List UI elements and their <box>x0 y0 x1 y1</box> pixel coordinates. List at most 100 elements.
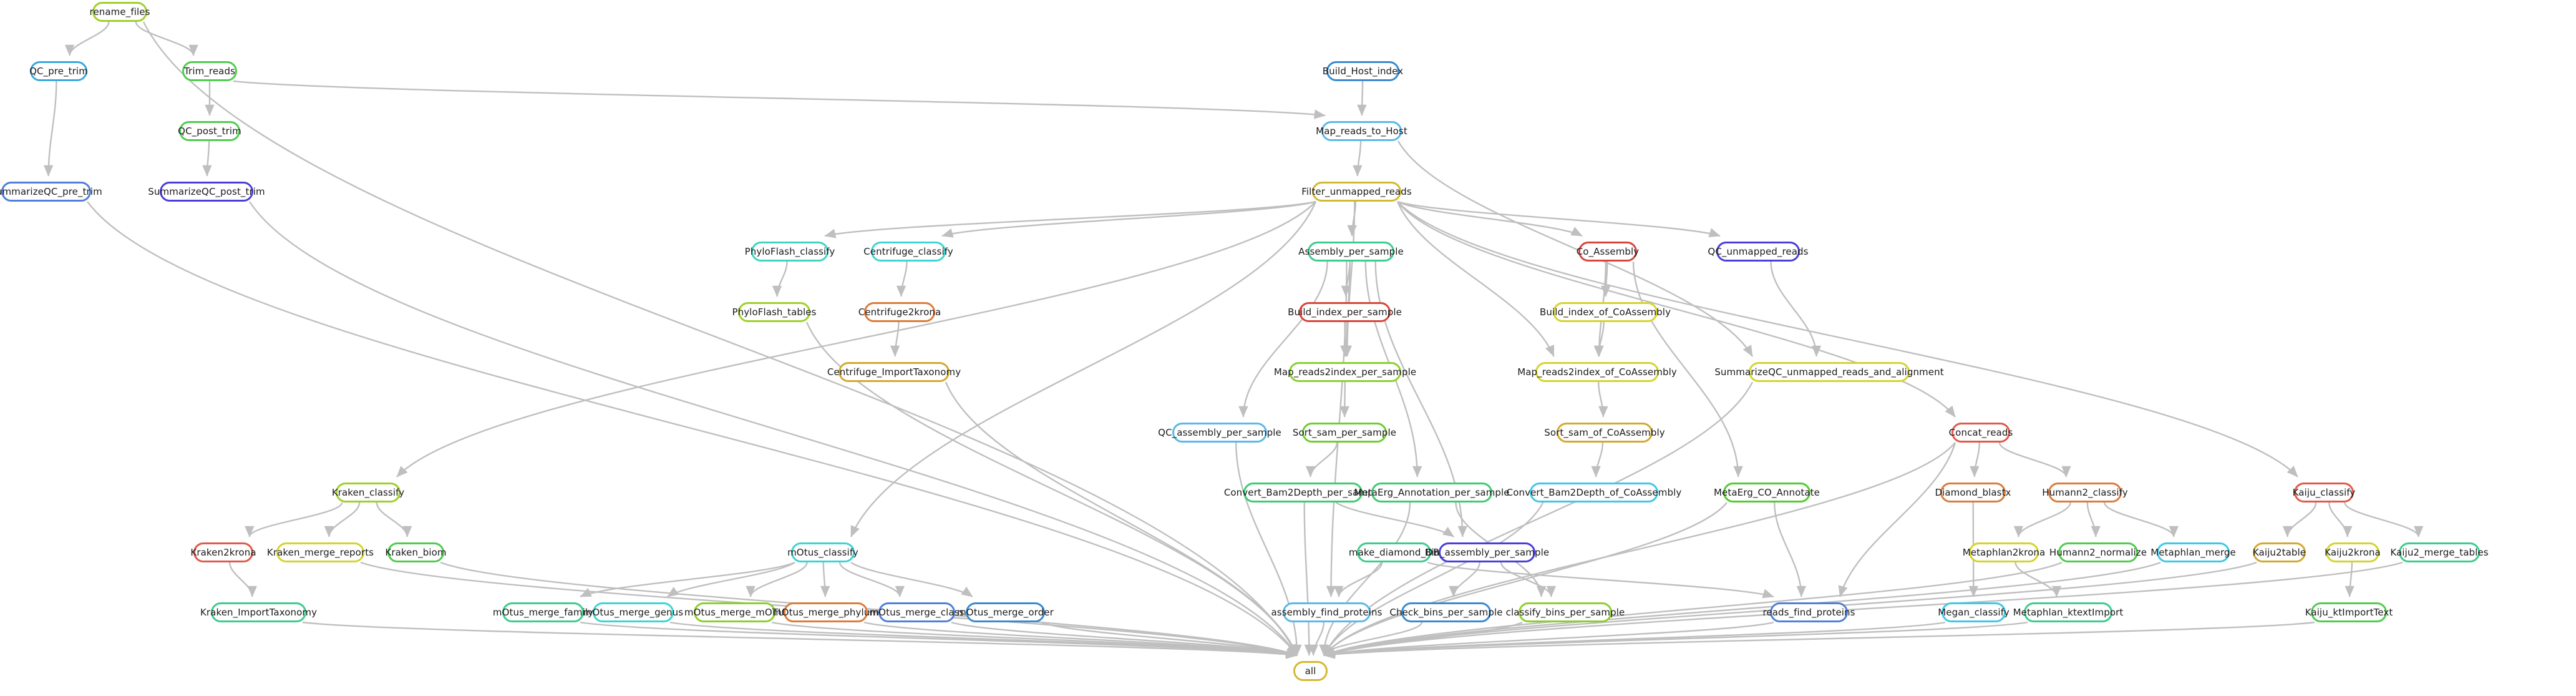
dag-node-Trim_reads[interactable]: Trim_reads <box>182 61 237 81</box>
dag-node-label: QC_assembly_per_sample <box>1158 426 1281 438</box>
dag-edge-PhyloFlash_classify-to-PhyloFlash_tables <box>772 261 788 297</box>
dag-node-label: SummarizeQC_pre_trim <box>0 185 102 197</box>
dag-node-make_diamond_DB[interactable]: make_diamond_DB <box>1349 542 1439 562</box>
dag-node-SummarizeQC_unmapped_reads_and_alignment[interactable]: SummarizeQC_unmapped_reads_and_alignment <box>1714 362 1944 382</box>
dag-node-label: Check_bins_per_sample <box>1389 606 1503 618</box>
dag-node-MetaErg_CO_Annotate[interactable]: MetaErg_CO_Annotate <box>1714 483 1820 502</box>
dag-node-MetaErg_Annotation_per_sample[interactable]: MetaErg_Annotation_per_sample <box>1354 483 1510 502</box>
dag-node-label: SummarizeQC_unmapped_reads_and_alignment <box>1714 366 1944 378</box>
dag-node-assembly_find_proteins[interactable]: assembly_find_proteins <box>1271 602 1382 622</box>
dag-node-label: Humann2_classify <box>2042 486 2128 498</box>
dag-edge-mOtus_merge_mOTU-to-all <box>771 621 1298 658</box>
dag-node-label: mOtus_merge_genus <box>583 606 684 618</box>
dag-node-label: rename_files <box>89 6 150 17</box>
dag-node-Centrifuge_ImportTaxonomy[interactable]: Centrifuge_ImportTaxonomy <box>827 362 961 382</box>
dag-node-Assembly_per_sample[interactable]: Assembly_per_sample <box>1298 242 1404 262</box>
dag-node-Map_reads2index_per_sample[interactable]: Map_reads2index_per_sample <box>1274 362 1416 382</box>
dag-node-Kraken_classify[interactable]: Kraken_classify <box>332 483 404 502</box>
dag-node-label: Metaphlan2krona <box>1962 546 2046 558</box>
dag-edge-Bin_assembly_per_sample-to-Check_bins_per_sample <box>1449 562 1480 597</box>
dag-node-mOtus_merge_genus[interactable]: mOtus_merge_genus <box>583 602 683 622</box>
dag-node-PhyloFlash_tables[interactable]: PhyloFlash_tables <box>732 302 816 322</box>
dag-node-Build_index_of_CoAssembly[interactable]: Build_index_of_CoAssembly <box>1540 302 1671 322</box>
dag-edge-MetaErg_CO_Annotate-to-reads_find_proteins <box>1774 502 1806 597</box>
dag-edge-Filter_unmapped_reads-to-Concat_reads <box>1397 201 1956 418</box>
dag-node-SummarizeQC_pre_trim[interactable]: SummarizeQC_pre_trim <box>0 182 102 202</box>
dag-node-QC_post_trim[interactable]: QC_post_trim <box>178 121 241 141</box>
dag-edge-Concat_reads-to-reads_find_proteins <box>1838 442 1956 597</box>
dag-node-Megan_classify[interactable]: Megan_classify <box>1938 602 2010 622</box>
dag-edge-Kaiju_classify-to-Kaiju2krona <box>2328 502 2353 537</box>
dag-node-mOtus_merge_order[interactable]: mOtus_merge_order <box>957 602 1054 622</box>
dag-edge-mOtus_classify-to-mOtus_merge_genus <box>667 562 795 597</box>
dag-node-QC_pre_trim[interactable]: QC_pre_trim <box>29 61 88 81</box>
dag-node-Check_bins_per_sample[interactable]: Check_bins_per_sample <box>1389 602 1503 622</box>
dag-node-Co_Assembly[interactable]: Co_Assembly <box>1577 242 1639 262</box>
dag-node-Map_reads_to_Host[interactable]: Map_reads_to_Host <box>1316 121 1407 141</box>
dag-node-label: Kraken_ImportTaxonomy <box>200 606 318 618</box>
dag-node-SummarizeQC_post_trim[interactable]: SummarizeQC_post_trim <box>148 182 265 202</box>
dag-edge-Build_Host_index-to-Map_reads_to_Host <box>1357 81 1367 116</box>
dag-node-Metaphlan_merge[interactable]: Metaphlan_merge <box>2151 542 2236 562</box>
dag-node-label: Assembly_per_sample <box>1298 245 1404 257</box>
dag-node-label: Build_Host_index <box>1322 65 1404 77</box>
dag-node-Kaiju_classify[interactable]: Kaiju_classify <box>2293 483 2355 502</box>
dag-edge-Trim_reads-to-Map_reads_to_Host <box>233 80 1326 119</box>
dag-node-Kaiju2table[interactable]: Kaiju2table <box>2253 542 2306 562</box>
dag-edge-Filter_unmapped_reads-to-Map_reads2index_of_CoAssembly <box>1396 201 1555 357</box>
dag-node-Centrifuge2krona[interactable]: Centrifuge2krona <box>858 302 941 322</box>
dag-node-Convert_Bam2Depth_of_CoAssembly[interactable]: Convert_Bam2Depth_of_CoAssembly <box>1507 483 1681 502</box>
dag-node-label: PhyloFlash_tables <box>732 306 817 318</box>
dag-node-reads_find_proteins[interactable]: reads_find_proteins <box>1762 602 1855 622</box>
dag-node-QC_unmapped_reads[interactable]: QC_unmapped_reads <box>1708 242 1808 262</box>
dag-node-Diamond_blastx[interactable]: Diamond_blastx <box>1935 483 2011 502</box>
dag-node-Convert_Bam2Depth_per_sample[interactable]: Convert_Bam2Depth_per_sample <box>1224 483 1382 502</box>
dag-node-label: Kraken2krona <box>190 546 256 558</box>
dag-node-Build_index_per_sample[interactable]: Build_index_per_sample <box>1288 302 1402 322</box>
dag-node-Sort_sam_of_CoAssembly[interactable]: Sort_sam_of_CoAssembly <box>1544 423 1665 443</box>
dag-node-Sort_sam_per_sample[interactable]: Sort_sam_per_sample <box>1293 423 1396 443</box>
dag-node-Humann2_classify[interactable]: Humann2_classify <box>2042 483 2128 502</box>
dag-node-mOtus_merge_phylum[interactable]: mOtus_merge_phylum <box>772 602 879 622</box>
dag-node-label: Kaiju_classify <box>2292 486 2356 498</box>
dag-edge-mOtus_merge_family-to-all <box>580 621 1298 659</box>
dag-node-Kraken_biom[interactable]: Kraken_biom <box>385 542 446 562</box>
workflow-dag-canvas: rename_files QC_pre_trim Trim_reads QC_post… <box>0 0 2576 696</box>
dag-edge-classify_bins_per_sample-to-all <box>1323 621 1523 657</box>
dag-node-Bin_assembly_per_sample[interactable]: Bin_assembly_per_sample <box>1425 542 1549 562</box>
dag-edge-Sort_sam_per_sample-to-Convert_Bam2Depth_per_sample <box>1305 442 1338 478</box>
dag-node-label: Metaphlan_merge <box>2151 546 2236 558</box>
dag-edge-Humann2_classify-to-Metaphlan_merge <box>2104 502 2179 537</box>
dag-node-Centrifuge_classify[interactable]: Centrifuge_classify <box>863 242 953 262</box>
dag-node-Concat_reads[interactable]: Concat_reads <box>1949 423 2013 443</box>
dag-node-Kaiju2krona[interactable]: Kaiju2krona <box>2325 542 2381 562</box>
dag-node-Humann2_normalize[interactable]: Humann2_normalize <box>2049 542 2147 562</box>
dag-node-Filter_unmapped_reads[interactable]: Filter_unmapped_reads <box>1301 182 1412 202</box>
dag-node-mOtus_merge_class[interactable]: mOtus_merge_class <box>869 602 964 622</box>
dag-node-QC_assembly_per_sample[interactable]: QC_assembly_per_sample <box>1158 423 1281 443</box>
dag-node-Build_Host_index[interactable]: Build_Host_index <box>1323 61 1403 81</box>
dag-edge-Assembly_per_sample-to-QC_assembly_per_sample <box>1238 261 1328 418</box>
dag-node-classify_bins_per_sample[interactable]: classify_bins_per_sample <box>1506 602 1625 622</box>
dag-node-Kraken2krona[interactable]: Kraken2krona <box>190 542 256 562</box>
dag-node-PhyloFlash_classify[interactable]: PhyloFlash_classify <box>745 242 835 262</box>
dag-edge-Centrifuge2krona-to-Centrifuge_ImportTaxonomy <box>890 321 900 357</box>
dag-node-Metaphlan2krona[interactable]: Metaphlan2krona <box>1963 542 2045 562</box>
dag-node-Kaiju_ktImportText[interactable]: Kaiju_ktImportText <box>2305 602 2393 622</box>
dag-node-all[interactable]: all <box>1293 661 1328 681</box>
dag-node-label: Build_index_per_sample <box>1288 306 1402 318</box>
dag-edge-QC_post_trim-to-SummarizeQC_post_trim <box>202 140 212 177</box>
dag-edge-Filter_unmapped_reads-to-Assembly_per_sample <box>1347 201 1357 237</box>
dag-node-Kraken_ImportTaxonomy[interactable]: Kraken_ImportTaxonomy <box>200 602 317 622</box>
dag-node-label: mOtus_merge_phylum <box>772 606 880 618</box>
dag-edge-Filter_unmapped_reads-to-Kaiju_classify <box>1397 201 2298 478</box>
dag-node-Metaphlan_ktextImport[interactable]: Metaphlan_ktextImport <box>2013 602 2123 622</box>
dag-node-Kaiju2_merge_tables[interactable]: Kaiju2_merge_tables <box>2390 542 2489 562</box>
dag-node-mOtus_merge_family[interactable]: mOtus_merge_family <box>493 602 593 622</box>
dag-node-Kraken_merge_reports[interactable]: Kraken_merge_reports <box>267 542 374 562</box>
dag-node-mOtus_classify[interactable]: mOtus_classify <box>787 542 858 562</box>
dag-node-Map_reads2index_of_CoAssembly[interactable]: Map_reads2index_of_CoAssembly <box>1517 362 1677 382</box>
dag-edge-Metaphlan_ktextImport-to-all <box>1323 621 2028 659</box>
dag-node-mOtus_merge_mOTU[interactable]: mOtus_merge_mOTU <box>684 602 785 622</box>
dag-node-rename_files[interactable]: rename_files <box>90 2 150 22</box>
